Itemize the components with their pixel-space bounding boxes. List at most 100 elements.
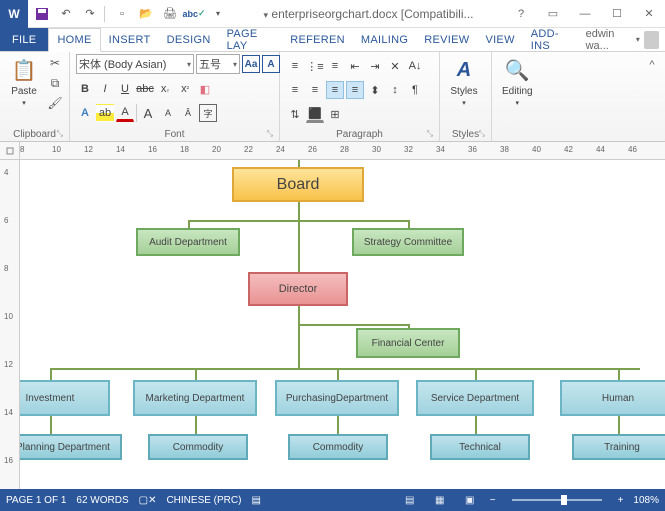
- node-sub-2[interactable]: Commodity: [288, 434, 388, 460]
- redo-icon[interactable]: ↷: [80, 4, 100, 24]
- tab-references[interactable]: REFEREN: [282, 28, 353, 51]
- maximize-icon[interactable]: ☐: [601, 1, 633, 27]
- asian-layout-button[interactable]: ✕: [386, 57, 404, 75]
- node-director[interactable]: Director: [248, 272, 348, 306]
- numbering-button[interactable]: ⋮≡: [306, 57, 324, 75]
- view-web-icon[interactable]: ▣: [460, 492, 480, 508]
- view-read-icon[interactable]: ▤: [400, 492, 420, 508]
- editing-button[interactable]: 🔍 Editing ▾: [498, 54, 537, 109]
- format-painter-icon[interactable]: 🖌: [46, 94, 64, 112]
- sort-button[interactable]: ↕: [386, 81, 404, 99]
- increase-indent-button[interactable]: ⇥: [366, 57, 384, 75]
- status-page[interactable]: PAGE 1 OF 1: [6, 495, 66, 506]
- phonetic-button[interactable]: Ǎ: [179, 104, 197, 122]
- highlight-button[interactable]: ab: [96, 104, 114, 122]
- align-center-button[interactable]: ≡: [306, 81, 324, 99]
- ruler-corner[interactable]: [0, 142, 20, 160]
- paragraph-launcher-icon[interactable]: ⤡: [427, 129, 433, 139]
- cut-icon[interactable]: ✂: [46, 54, 64, 72]
- node-audit[interactable]: Audit Department: [136, 228, 240, 256]
- node-sub-3[interactable]: Technical: [430, 434, 530, 460]
- node-strategy[interactable]: Strategy Committee: [352, 228, 464, 256]
- new-icon[interactable]: ▫: [112, 4, 132, 24]
- status-words[interactable]: 62 WORDS: [76, 495, 128, 506]
- line-spacing-button[interactable]: ⇅: [286, 105, 304, 123]
- status-proofing-icon[interactable]: ▢✕: [139, 495, 157, 506]
- grow-font-button[interactable]: A: [139, 104, 157, 122]
- editing-dropdown-icon[interactable]: ▾: [516, 99, 520, 107]
- bold-button[interactable]: B: [76, 80, 94, 98]
- tab-view[interactable]: VIEW: [477, 28, 522, 51]
- distribute-button[interactable]: ⬍: [366, 81, 384, 99]
- title-dropdown-icon[interactable]: ▾: [264, 10, 269, 21]
- status-lang[interactable]: CHINESE (PRC): [166, 495, 241, 506]
- tab-home[interactable]: HOME: [48, 28, 100, 52]
- styles-dropdown-icon[interactable]: ▾: [462, 99, 466, 107]
- paste-button[interactable]: 📋 Paste ▾: [6, 54, 42, 109]
- user-dropdown-icon[interactable]: ▾: [636, 35, 640, 44]
- tab-file[interactable]: FILE: [0, 28, 48, 51]
- open-icon[interactable]: 📂: [136, 4, 156, 24]
- save-icon[interactable]: [32, 4, 52, 24]
- align-left-button[interactable]: ≡: [286, 81, 304, 99]
- paste-dropdown-icon[interactable]: ▾: [22, 99, 26, 107]
- node-sub-0[interactable]: Planning Department: [20, 434, 122, 460]
- zoom-level[interactable]: 108%: [633, 495, 659, 506]
- bullets-button[interactable]: ≡: [286, 57, 304, 75]
- node-dept-1[interactable]: Marketing Department: [133, 380, 257, 416]
- tab-mailing[interactable]: MAILING: [353, 28, 416, 51]
- undo-icon[interactable]: ↶: [56, 4, 76, 24]
- view-print-icon[interactable]: ▦: [430, 492, 450, 508]
- node-dept-4[interactable]: Human: [560, 380, 665, 416]
- ruler-vertical[interactable]: 46810121416: [0, 160, 20, 489]
- shrink-font-button[interactable]: A: [159, 104, 177, 122]
- text-effects-button[interactable]: A: [76, 104, 94, 122]
- italic-button[interactable]: I: [96, 80, 114, 98]
- tab-review[interactable]: REVIEW: [416, 28, 477, 51]
- zoom-in-icon[interactable]: +: [618, 495, 624, 506]
- tab-page-layout[interactable]: PAGE LAY: [219, 28, 283, 51]
- node-sub-1[interactable]: Commodity: [148, 434, 248, 460]
- styles-launcher-icon[interactable]: ⤡: [479, 129, 485, 139]
- enclose-char-button[interactable]: 字: [199, 104, 217, 122]
- asian-layout-2-button[interactable]: A↓: [406, 57, 424, 75]
- tab-addins[interactable]: ADD-INS: [523, 28, 580, 51]
- styles-button[interactable]: A Styles ▾: [446, 54, 482, 109]
- align-right-button[interactable]: ≡: [326, 81, 344, 99]
- zoom-slider[interactable]: [512, 499, 602, 501]
- qat-customize-icon[interactable]: ▾: [208, 4, 228, 24]
- font-family-combo[interactable]: 宋体 (Body Asian)▾: [76, 54, 194, 74]
- node-dept-2[interactable]: PurchasingDepartment: [275, 380, 399, 416]
- eraser-button[interactable]: ◧: [196, 80, 214, 98]
- ribbon-options-icon[interactable]: ▭: [537, 1, 569, 27]
- justify-button[interactable]: ≡: [346, 81, 364, 99]
- strikethrough-button[interactable]: abc: [136, 80, 154, 98]
- copy-icon[interactable]: ⧉: [46, 74, 64, 92]
- clear-formatting-button[interactable]: A: [262, 55, 280, 73]
- font-color-button[interactable]: A: [116, 104, 134, 122]
- print-preview-icon[interactable]: 🖨: [160, 4, 180, 24]
- node-dept-3[interactable]: Service Department: [416, 380, 534, 416]
- zoom-slider-thumb[interactable]: [561, 495, 567, 505]
- node-finance[interactable]: Financial Center: [356, 328, 460, 358]
- font-launcher-icon[interactable]: ⤡: [267, 129, 273, 139]
- superscript-button[interactable]: x²: [176, 80, 194, 98]
- decrease-indent-button[interactable]: ⇤: [346, 57, 364, 75]
- multilevel-button[interactable]: ≡: [326, 57, 344, 75]
- underline-button[interactable]: U: [116, 80, 134, 98]
- collapse-ribbon-icon[interactable]: ^: [643, 56, 661, 74]
- minimize-icon[interactable]: —: [569, 1, 601, 27]
- tab-design[interactable]: DESIGN: [159, 28, 219, 51]
- subscript-button[interactable]: x₂: [156, 80, 174, 98]
- document-canvas[interactable]: Board Audit Department Strategy Committe…: [20, 160, 665, 489]
- show-marks-button[interactable]: ¶: [406, 81, 424, 99]
- spelling-icon[interactable]: abc✓: [184, 4, 204, 24]
- borders-button[interactable]: ⊞: [326, 105, 344, 123]
- close-icon[interactable]: ✕: [633, 1, 665, 27]
- ruler-horizontal[interactable]: 810121416182022242628303234363840424446: [0, 142, 665, 160]
- tab-insert[interactable]: INSERT: [101, 28, 159, 51]
- shading-button[interactable]: ⬛: [306, 105, 324, 123]
- zoom-out-icon[interactable]: −: [490, 495, 496, 506]
- user-area[interactable]: edwin wa... ▾: [580, 28, 665, 51]
- avatar[interactable]: [644, 31, 659, 49]
